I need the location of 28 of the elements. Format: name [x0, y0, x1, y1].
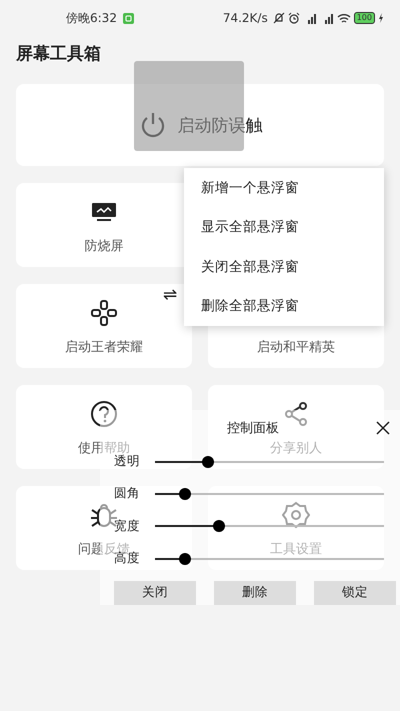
panel-button[interactable]: 关闭 — [114, 580, 196, 605]
share-icon — [283, 401, 309, 427]
settings-icon — [282, 501, 310, 529]
status-time: 傍晚6:32 — [66, 10, 117, 26]
slider-label: 圆角 — [113, 485, 140, 502]
app-title: 屏幕工具箱 — [14, 43, 102, 66]
network-speed: 74.2K/s — [222, 11, 268, 25]
slider[interactable] — [155, 488, 384, 500]
slider-label: 宽度 — [113, 518, 140, 535]
mute-bell-icon — [272, 12, 285, 24]
slider-thumb[interactable] — [202, 456, 214, 468]
close-icon[interactable] — [375, 420, 391, 436]
wifi-icon — [336, 12, 351, 24]
battery-indicator: 100 — [354, 12, 375, 24]
swap-icon[interactable]: ⇌ — [163, 285, 178, 305]
charging-icon — [378, 13, 384, 23]
help-icon — [89, 399, 119, 429]
slider-label: 透明 — [114, 453, 140, 470]
panel-button[interactable]: 删除 — [214, 580, 296, 605]
alarm-icon — [288, 12, 300, 24]
gamepad-icon — [90, 299, 118, 327]
app-notification-icon — [122, 12, 134, 24]
slider[interactable] — [155, 456, 384, 468]
floating-window[interactable] — [134, 61, 244, 151]
monitor-icon — [91, 202, 117, 222]
slider[interactable] — [155, 520, 384, 532]
panel-button[interactable]: 锁定 — [314, 580, 396, 605]
panel-title: 控制面板 — [227, 420, 279, 437]
